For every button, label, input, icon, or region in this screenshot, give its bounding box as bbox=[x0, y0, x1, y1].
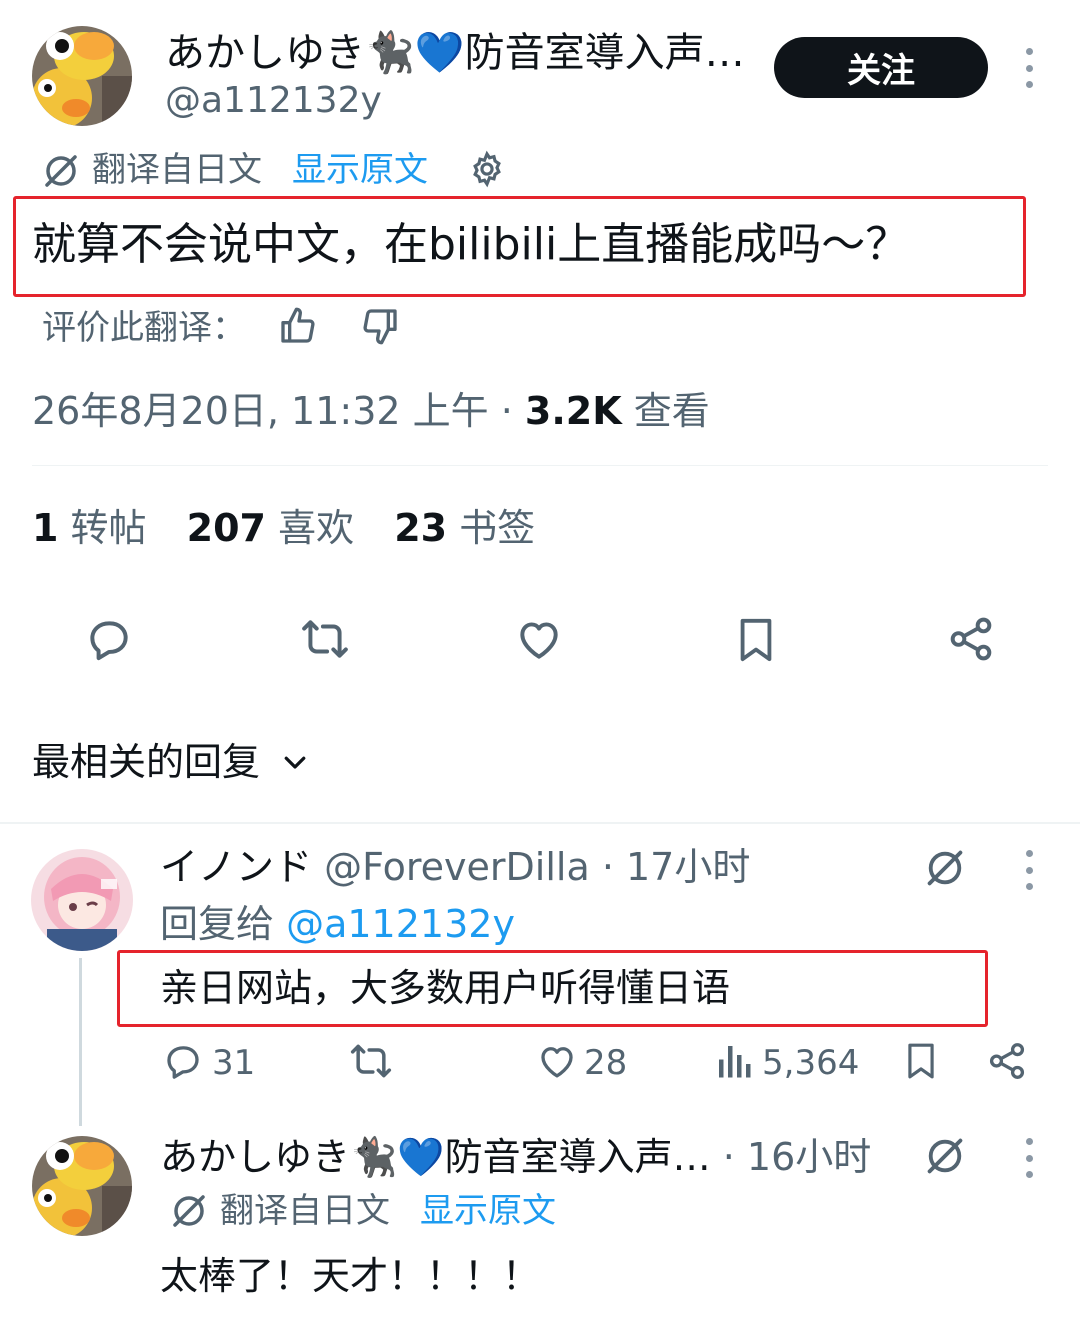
views-label: 查看 bbox=[621, 389, 710, 433]
reposts-count: 1 bbox=[32, 506, 59, 550]
translate-icon bbox=[40, 150, 82, 192]
reply-time[interactable]: · 16小时 bbox=[723, 1135, 872, 1179]
reply-display-name[interactable]: イノンド bbox=[160, 845, 312, 889]
likes-stat[interactable]: 207 喜欢 bbox=[187, 506, 354, 550]
bookmarks-count: 23 bbox=[394, 506, 448, 550]
share-icon[interactable] bbox=[984, 1038, 1030, 1084]
more-icon[interactable] bbox=[1024, 48, 1034, 88]
show-original-link[interactable]: 显示原文 bbox=[420, 1188, 556, 1234]
reply-header: イノンド @ForeverDilla · 17小时 bbox=[160, 842, 750, 892]
chevron-down-icon bbox=[280, 747, 310, 777]
section-divider bbox=[0, 822, 1080, 824]
post-date[interactable]: 26年8月20日, 11:32 上午 · bbox=[32, 389, 525, 433]
reply-to-line: 回复给 @a112132y bbox=[160, 898, 515, 950]
repost-icon[interactable] bbox=[346, 1038, 396, 1084]
repost-icon[interactable] bbox=[296, 612, 354, 666]
replies-sort-dropdown[interactable]: 最相关的回复 bbox=[32, 736, 310, 788]
more-icon[interactable] bbox=[1024, 850, 1034, 890]
share-icon[interactable] bbox=[944, 612, 998, 666]
reply-thread-line bbox=[79, 958, 82, 1126]
bookmark-icon[interactable] bbox=[900, 1036, 942, 1086]
translated-from-label: 翻译自日文 bbox=[92, 150, 262, 190]
follow-button[interactable]: 关注 bbox=[774, 37, 988, 98]
reply-header: あかしゆき🐈‍⬛💙防音室導入声… · 16小时 bbox=[160, 1132, 871, 1182]
divider bbox=[32, 465, 1048, 466]
post-meta: 26年8月20日, 11:32 上午 · 3.2K 查看 bbox=[32, 386, 710, 436]
rate-translation-label: 评价此翻译： bbox=[42, 308, 246, 348]
thumbs-down-icon[interactable] bbox=[358, 304, 402, 348]
reply-text: 亲日网站，大多数用户听得懂日语 bbox=[160, 966, 731, 1010]
reply-count: 31 bbox=[212, 1043, 256, 1083]
post-stats: 1 转帖 207 喜欢 23 书签 bbox=[32, 503, 535, 553]
reply-display-name[interactable]: あかしゆき🐈‍⬛💙防音室導入声… bbox=[160, 1135, 711, 1179]
translate-icon bbox=[168, 1190, 210, 1232]
likes-label: 喜欢 bbox=[278, 506, 355, 550]
more-icon[interactable] bbox=[1024, 1138, 1034, 1178]
like-icon[interactable] bbox=[512, 612, 566, 666]
views-count: 5,364 bbox=[762, 1043, 860, 1083]
author-avatar[interactable] bbox=[32, 26, 132, 126]
reply-text: 太棒了！天才！！！！ bbox=[160, 1254, 541, 1298]
translate-icon[interactable] bbox=[922, 1133, 968, 1179]
reply-time[interactable]: · 17小时 bbox=[602, 845, 751, 889]
likes-count: 207 bbox=[186, 506, 266, 550]
reply-handle[interactable]: @ForeverDilla bbox=[324, 845, 590, 889]
post-text: 就算不会说中文，在bilibili上直播能成吗～？ bbox=[32, 219, 910, 270]
gear-icon[interactable] bbox=[466, 148, 508, 190]
reposts-label: 转帖 bbox=[70, 506, 147, 550]
reply-icon[interactable] bbox=[160, 1038, 206, 1084]
replies-sort-label: 最相关的回复 bbox=[32, 740, 261, 784]
reply-to-label: 回复给 bbox=[160, 902, 287, 946]
thumbs-up-icon[interactable] bbox=[276, 304, 320, 348]
analytics-icon[interactable] bbox=[714, 1038, 754, 1084]
reply-to-handle[interactable]: @a112132y bbox=[286, 902, 515, 946]
author-display-name[interactable]: あかしゆき🐈‍⬛💙防音室導入声… bbox=[165, 28, 745, 78]
reposts-stat[interactable]: 1 转帖 bbox=[32, 506, 147, 550]
reply-icon[interactable] bbox=[82, 612, 136, 666]
translate-icon[interactable] bbox=[922, 845, 968, 891]
bookmarks-label: 书签 bbox=[459, 506, 536, 550]
follow-label: 关注 bbox=[847, 51, 915, 91]
translated-from-label: 翻译自日文 bbox=[220, 1191, 390, 1231]
bookmarks-stat[interactable]: 23 书签 bbox=[394, 506, 535, 550]
bookmark-icon[interactable] bbox=[730, 612, 782, 668]
reply-avatar[interactable] bbox=[31, 849, 133, 951]
like-count: 28 bbox=[584, 1043, 628, 1083]
like-icon[interactable] bbox=[534, 1038, 580, 1084]
reply-avatar[interactable] bbox=[32, 1136, 132, 1236]
show-original-link[interactable]: 显示原文 bbox=[292, 147, 428, 193]
author-handle[interactable]: @a112132y bbox=[165, 78, 382, 124]
views-count: 3.2K bbox=[524, 389, 622, 433]
